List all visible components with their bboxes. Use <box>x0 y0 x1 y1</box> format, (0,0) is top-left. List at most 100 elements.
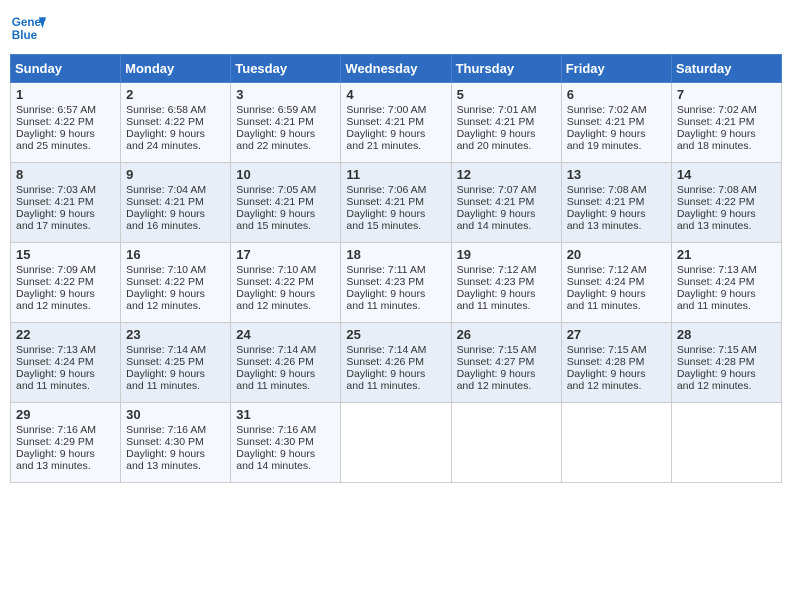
sunrise-label: Sunrise: 7:05 AM <box>236 184 316 196</box>
sunset-label: Sunset: 4:21 PM <box>346 196 424 208</box>
calendar-cell <box>341 403 451 483</box>
calendar-cell: 3 Sunrise: 6:59 AM Sunset: 4:21 PM Dayli… <box>231 83 341 163</box>
sunrise-label: Sunrise: 7:12 AM <box>567 264 647 276</box>
day-number: 25 <box>346 327 445 342</box>
sunrise-label: Sunrise: 7:11 AM <box>346 264 425 276</box>
daylight-label: Daylight: 9 hours and 14 minutes. <box>457 208 536 232</box>
sunset-label: Sunset: 4:30 PM <box>236 436 314 448</box>
calendar-table: SundayMondayTuesdayWednesdayThursdayFrid… <box>10 54 782 483</box>
header: General Blue <box>10 10 782 46</box>
daylight-label: Daylight: 9 hours and 15 minutes. <box>236 208 315 232</box>
sunset-label: Sunset: 4:21 PM <box>126 196 204 208</box>
sunrise-label: Sunrise: 7:10 AM <box>126 264 206 276</box>
sunrise-label: Sunrise: 7:02 AM <box>677 104 757 116</box>
calendar-cell: 1 Sunrise: 6:57 AM Sunset: 4:22 PM Dayli… <box>11 83 121 163</box>
calendar-cell: 12 Sunrise: 7:07 AM Sunset: 4:21 PM Dayl… <box>451 163 561 243</box>
sunset-label: Sunset: 4:21 PM <box>236 116 314 128</box>
sunset-label: Sunset: 4:24 PM <box>677 276 755 288</box>
sunrise-label: Sunrise: 7:15 AM <box>457 344 537 356</box>
day-number: 12 <box>457 167 556 182</box>
daylight-label: Daylight: 9 hours and 11 minutes. <box>126 368 205 392</box>
daylight-label: Daylight: 9 hours and 20 minutes. <box>457 128 536 152</box>
sunset-label: Sunset: 4:22 PM <box>677 196 755 208</box>
daylight-label: Daylight: 9 hours and 13 minutes. <box>567 208 646 232</box>
calendar-cell <box>451 403 561 483</box>
logo: General Blue <box>10 10 46 46</box>
daylight-label: Daylight: 9 hours and 12 minutes. <box>677 368 756 392</box>
day-number: 29 <box>16 407 115 422</box>
daylight-label: Daylight: 9 hours and 11 minutes. <box>567 288 646 312</box>
calendar-cell: 5 Sunrise: 7:01 AM Sunset: 4:21 PM Dayli… <box>451 83 561 163</box>
sunrise-label: Sunrise: 7:00 AM <box>346 104 426 116</box>
logo-icon: General Blue <box>10 10 46 46</box>
sunset-label: Sunset: 4:22 PM <box>16 116 94 128</box>
daylight-label: Daylight: 9 hours and 11 minutes. <box>346 288 425 312</box>
sunset-label: Sunset: 4:21 PM <box>236 196 314 208</box>
day-header-friday: Friday <box>561 55 671 83</box>
calendar-cell <box>671 403 781 483</box>
day-header-thursday: Thursday <box>451 55 561 83</box>
daylight-label: Daylight: 9 hours and 16 minutes. <box>126 208 205 232</box>
daylight-label: Daylight: 9 hours and 11 minutes. <box>677 288 756 312</box>
day-number: 27 <box>567 327 666 342</box>
calendar-cell: 31 Sunrise: 7:16 AM Sunset: 4:30 PM Dayl… <box>231 403 341 483</box>
calendar-cell: 22 Sunrise: 7:13 AM Sunset: 4:24 PM Dayl… <box>11 323 121 403</box>
sunset-label: Sunset: 4:23 PM <box>346 276 424 288</box>
calendar-week-row: 8 Sunrise: 7:03 AM Sunset: 4:21 PM Dayli… <box>11 163 782 243</box>
sunset-label: Sunset: 4:21 PM <box>457 196 535 208</box>
day-number: 1 <box>16 87 115 102</box>
calendar-cell: 14 Sunrise: 7:08 AM Sunset: 4:22 PM Dayl… <box>671 163 781 243</box>
daylight-label: Daylight: 9 hours and 11 minutes. <box>16 368 95 392</box>
day-number: 20 <box>567 247 666 262</box>
daylight-label: Daylight: 9 hours and 24 minutes. <box>126 128 205 152</box>
day-header-wednesday: Wednesday <box>341 55 451 83</box>
sunrise-label: Sunrise: 7:16 AM <box>126 424 206 436</box>
daylight-label: Daylight: 9 hours and 14 minutes. <box>236 448 315 472</box>
sunrise-label: Sunrise: 7:02 AM <box>567 104 647 116</box>
calendar-cell: 8 Sunrise: 7:03 AM Sunset: 4:21 PM Dayli… <box>11 163 121 243</box>
day-number: 23 <box>126 327 225 342</box>
day-header-monday: Monday <box>121 55 231 83</box>
daylight-label: Daylight: 9 hours and 12 minutes. <box>457 368 536 392</box>
day-number: 22 <box>16 327 115 342</box>
calendar-cell: 29 Sunrise: 7:16 AM Sunset: 4:29 PM Dayl… <box>11 403 121 483</box>
sunrise-label: Sunrise: 7:07 AM <box>457 184 537 196</box>
sunrise-label: Sunrise: 7:06 AM <box>346 184 426 196</box>
calendar-cell: 23 Sunrise: 7:14 AM Sunset: 4:25 PM Dayl… <box>121 323 231 403</box>
day-number: 21 <box>677 247 776 262</box>
sunrise-label: Sunrise: 7:13 AM <box>677 264 757 276</box>
sunrise-label: Sunrise: 7:15 AM <box>677 344 757 356</box>
sunset-label: Sunset: 4:22 PM <box>126 276 204 288</box>
day-number: 18 <box>346 247 445 262</box>
daylight-label: Daylight: 9 hours and 17 minutes. <box>16 208 95 232</box>
sunset-label: Sunset: 4:22 PM <box>236 276 314 288</box>
day-number: 11 <box>346 167 445 182</box>
daylight-label: Daylight: 9 hours and 21 minutes. <box>346 128 425 152</box>
daylight-label: Daylight: 9 hours and 25 minutes. <box>16 128 95 152</box>
sunset-label: Sunset: 4:22 PM <box>126 116 204 128</box>
sunrise-label: Sunrise: 7:14 AM <box>126 344 206 356</box>
day-number: 10 <box>236 167 335 182</box>
sunset-label: Sunset: 4:21 PM <box>457 116 535 128</box>
day-number: 14 <box>677 167 776 182</box>
calendar-cell: 19 Sunrise: 7:12 AM Sunset: 4:23 PM Dayl… <box>451 243 561 323</box>
sunrise-label: Sunrise: 7:08 AM <box>677 184 757 196</box>
sunset-label: Sunset: 4:27 PM <box>457 356 535 368</box>
svg-text:Blue: Blue <box>12 29 38 42</box>
sunset-label: Sunset: 4:21 PM <box>346 116 424 128</box>
daylight-label: Daylight: 9 hours and 15 minutes. <box>346 208 425 232</box>
sunrise-label: Sunrise: 7:10 AM <box>236 264 316 276</box>
daylight-label: Daylight: 9 hours and 12 minutes. <box>567 368 646 392</box>
daylight-label: Daylight: 9 hours and 12 minutes. <box>16 288 95 312</box>
calendar-cell: 26 Sunrise: 7:15 AM Sunset: 4:27 PM Dayl… <box>451 323 561 403</box>
day-number: 17 <box>236 247 335 262</box>
day-number: 19 <box>457 247 556 262</box>
sunrise-label: Sunrise: 6:59 AM <box>236 104 316 116</box>
calendar-cell: 7 Sunrise: 7:02 AM Sunset: 4:21 PM Dayli… <box>671 83 781 163</box>
calendar-week-row: 15 Sunrise: 7:09 AM Sunset: 4:22 PM Dayl… <box>11 243 782 323</box>
sunrise-label: Sunrise: 7:01 AM <box>457 104 537 116</box>
day-number: 28 <box>677 327 776 342</box>
day-number: 13 <box>567 167 666 182</box>
sunrise-label: Sunrise: 7:13 AM <box>16 344 96 356</box>
calendar-cell: 9 Sunrise: 7:04 AM Sunset: 4:21 PM Dayli… <box>121 163 231 243</box>
